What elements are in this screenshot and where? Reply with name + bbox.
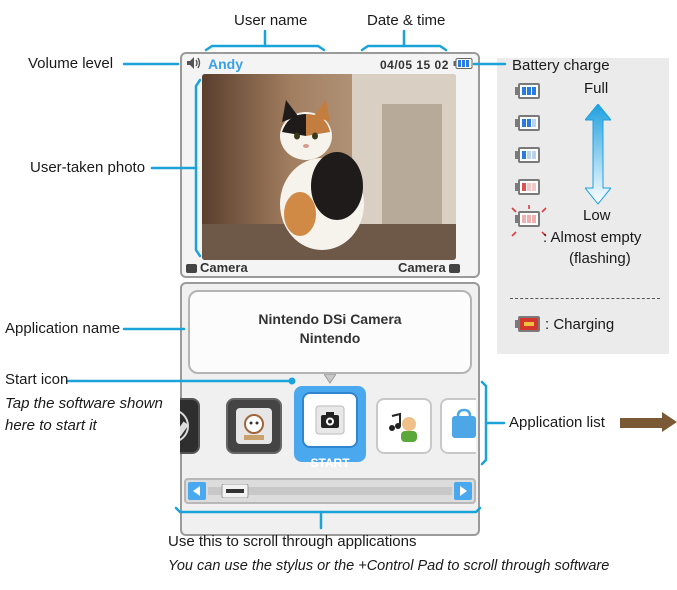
- label-user-name: User name: [234, 12, 308, 29]
- camera-icon: [448, 264, 460, 273]
- legend-full-label: Full: [584, 80, 609, 97]
- scroll-track[interactable]: [208, 484, 452, 498]
- battery-almost-empty-icon: [511, 205, 547, 237]
- app-tile-settings[interactable]: [180, 398, 200, 454]
- label-application-list: Application list: [509, 414, 605, 431]
- app-title: Nintendo DSi Camera: [258, 311, 402, 327]
- app-tile-camera[interactable]: [302, 392, 358, 448]
- app-publisher: Nintendo: [299, 330, 361, 346]
- scroll-right-icon[interactable]: [454, 482, 472, 500]
- legend-charging-label: : Charging: [545, 316, 615, 333]
- label-user-taken-photo: User-taken photo: [30, 159, 146, 176]
- scroll-left-icon[interactable]: [188, 482, 206, 500]
- camera-button-left[interactable]: Camera: [186, 259, 248, 277]
- shop-icon: [452, 408, 476, 438]
- app-tile-flipnote[interactable]: [226, 398, 282, 454]
- scroll-direction-arrow: [620, 412, 677, 432]
- flipnote-icon: [236, 408, 272, 444]
- label-start-icon-note-2: here to start it: [5, 417, 97, 434]
- label-start-icon-note-1: Tap the software shown: [5, 395, 163, 412]
- legend-divider: [510, 298, 660, 299]
- application-name-text: Nintendo DSi Camera Nintendo: [188, 310, 472, 348]
- app-tile-music[interactable]: [376, 398, 432, 454]
- label-scroll-title: Use this to scroll through applications: [168, 533, 417, 550]
- camera-right-label: Camera: [398, 260, 446, 275]
- legend-flashing-label: (flashing): [569, 250, 631, 267]
- label-scroll-note: You can use the stylus or the +Control P…: [168, 558, 610, 574]
- label-application-name: Application name: [5, 320, 121, 337]
- label-volume-level: Volume level: [28, 55, 114, 72]
- battery-icon: [453, 58, 473, 69]
- camera-button-right[interactable]: Camera: [398, 259, 460, 277]
- label-date-time: Date & time: [367, 12, 446, 29]
- volume-icon: [187, 57, 201, 69]
- start-label: START: [310, 456, 350, 470]
- camera-icon: [186, 264, 197, 273]
- music-icon: [389, 412, 417, 442]
- datetime-display: 04/05 15 02: [380, 58, 449, 72]
- label-battery-charge: Battery charge: [512, 57, 610, 74]
- camera-icon: [315, 405, 345, 435]
- app-tile-shop[interactable]: [440, 398, 476, 454]
- legend-almost-empty-label: : Almost empty: [543, 229, 642, 246]
- user-taken-photo: [202, 74, 456, 260]
- label-start-icon: Start icon: [5, 371, 69, 388]
- selection-pointer-icon: [324, 374, 336, 384]
- settings-wrench-icon: [180, 411, 189, 441]
- user-name-display: Andy: [208, 56, 243, 72]
- battery-arrow-icon: [585, 104, 611, 205]
- legend-low-label: Low: [583, 207, 611, 224]
- camera-left-label: Camera: [200, 260, 248, 275]
